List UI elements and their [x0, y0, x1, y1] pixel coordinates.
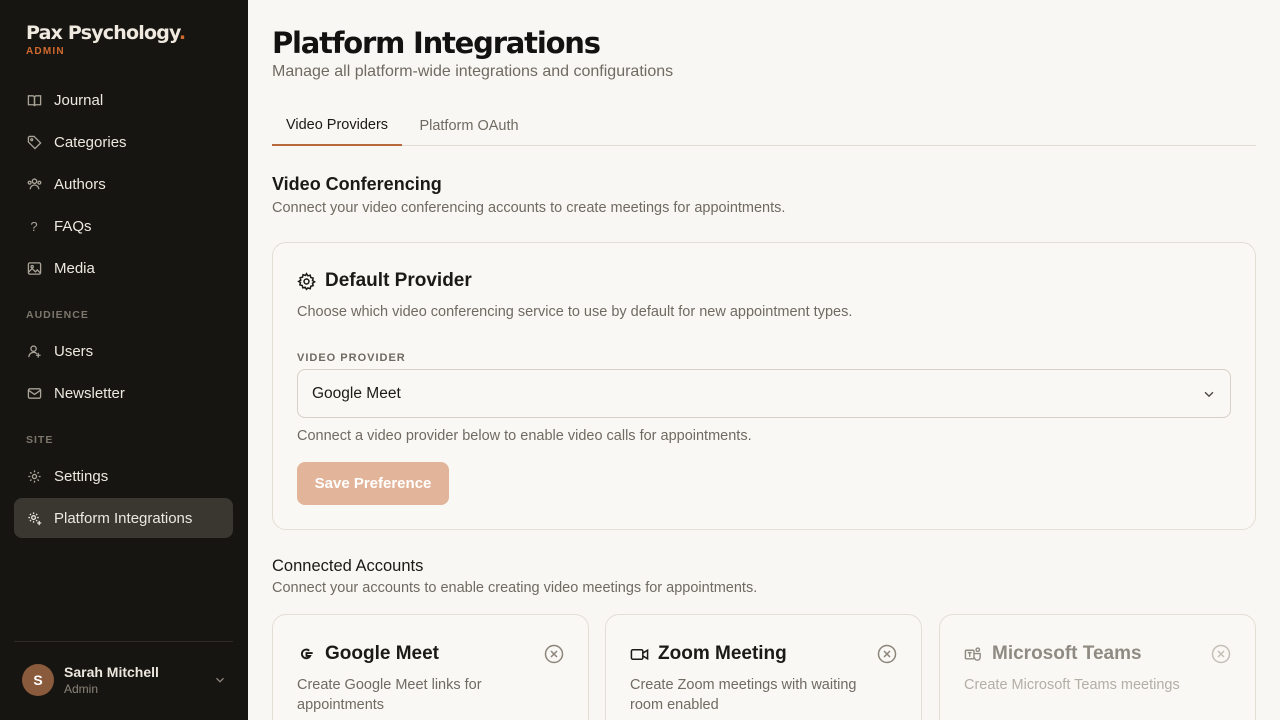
sidebar-item-newsletter[interactable]: Newsletter: [14, 373, 233, 413]
user-name: Sarah Mitchell: [64, 664, 159, 680]
connected-accounts-subtitle: Connect your accounts to enable creating…: [272, 580, 758, 596]
brand-dot: .: [178, 22, 186, 44]
sidebar-item-authors[interactable]: Authors: [14, 164, 233, 204]
sidebar-item-label: Users: [54, 342, 94, 360]
sidebar-item-label: FAQs: [54, 217, 92, 235]
chevron-down-icon: [216, 677, 224, 683]
sidebar-item-label: Newsletter: [54, 384, 125, 402]
provider-description: Create Google Meet links for appointment…: [297, 677, 482, 713]
default-provider-description: Choose which video conferencing service …: [297, 304, 853, 320]
sidebar-item-platform-integrations[interactable]: Platform Integrations: [14, 498, 233, 538]
provider-card-zoom[interactable]: Zoom Meeting Create Zoom meetings with w…: [605, 614, 922, 720]
brand-subtitle: ADMIN: [26, 46, 65, 57]
tag-icon: [26, 134, 42, 150]
sidebar-item-journal[interactable]: Journal: [14, 80, 233, 120]
video-provider-hint: Connect a video provider below to enable…: [297, 428, 752, 444]
video-conferencing-subtitle: Connect your video conferencing accounts…: [272, 200, 786, 216]
google-icon: [300, 648, 313, 659]
avatar: S: [22, 664, 54, 696]
sidebar-section-audience: AUDIENCE: [26, 309, 89, 321]
teams-icon: [964, 646, 981, 661]
gear-icon: [297, 271, 316, 290]
provider-name: Google Meet: [325, 643, 440, 664]
sidebar-item-settings[interactable]: Settings: [14, 456, 233, 496]
sidebar-section-site: SITE: [26, 434, 54, 446]
brand-logo[interactable]: Pax Psychology. ADMIN: [26, 22, 186, 57]
gear-icon: [26, 468, 42, 484]
image-icon: [26, 260, 42, 276]
user-role: Admin: [64, 682, 99, 696]
chevron-down-icon: [1204, 391, 1214, 397]
provider-card-google-meet[interactable]: Google Meet Create Google Meet links for…: [272, 614, 589, 720]
save-preference-button[interactable]: Save Preference: [297, 462, 449, 505]
default-provider-title: Default Provider: [325, 270, 472, 291]
sidebar-item-label: Media: [54, 259, 95, 277]
tab-bar: Video Providers Platform OAuth: [272, 106, 1256, 146]
page-subtitle: Manage all platform-wide integrations an…: [272, 63, 674, 80]
video-provider-select[interactable]: Google Meet: [297, 369, 1231, 418]
provider-name: Microsoft Teams: [992, 643, 1142, 664]
page-title: Platform Integrations: [272, 26, 601, 60]
video-provider-value: Google Meet: [312, 384, 401, 402]
sidebar-item-label: Categories: [54, 133, 127, 151]
user-icon: [26, 343, 42, 359]
video-camera-icon: [630, 648, 649, 660]
sidebar-item-label: Settings: [54, 467, 109, 485]
sidebar-item-categories[interactable]: Categories: [14, 122, 233, 162]
video-conferencing-title: Video Conferencing: [272, 174, 442, 194]
connected-accounts-title: Connected Accounts: [272, 557, 424, 575]
sidebar: Pax Psychology. ADMIN Journal Categories…: [0, 0, 248, 720]
disconnected-icon: [1211, 644, 1231, 664]
sidebar-item-media[interactable]: Media: [14, 248, 233, 288]
sidebar-item-users[interactable]: Users: [14, 331, 233, 371]
provider-name: Zoom Meeting: [658, 643, 787, 664]
users-icon: [26, 176, 42, 192]
sidebar-item-faqs[interactable]: ? FAQs: [14, 206, 233, 246]
sidebar-divider: [14, 641, 233, 642]
default-provider-card: Default Provider Choose which video conf…: [272, 242, 1256, 530]
provider-card-microsoft-teams[interactable]: Microsoft Teams Create Microsoft Teams m…: [939, 614, 1256, 720]
provider-description: Create Microsoft Teams meetings: [964, 677, 1180, 693]
user-menu[interactable]: S Sarah Mitchell Admin: [22, 664, 227, 696]
gear-plus-icon: [26, 510, 42, 526]
sidebar-item-label: Journal: [54, 91, 104, 109]
question-icon: ?: [30, 218, 38, 234]
disconnected-icon: [544, 644, 564, 664]
tab-platform-oauth[interactable]: Platform OAuth: [402, 106, 536, 146]
disconnected-icon: [877, 644, 897, 664]
video-provider-label: VIDEO PROVIDER: [297, 352, 406, 364]
book-icon: [26, 92, 42, 108]
provider-description: Create Zoom meetings with waiting room e…: [630, 677, 857, 713]
sidebar-item-label: Platform Integrations: [54, 509, 193, 527]
brand-name: Pax Psychology: [26, 22, 180, 44]
tab-video-providers[interactable]: Video Providers: [272, 106, 402, 146]
main-content: Platform Integrations Manage all platfor…: [248, 0, 1280, 720]
sidebar-item-label: Authors: [54, 175, 106, 193]
mail-icon: [26, 385, 42, 401]
